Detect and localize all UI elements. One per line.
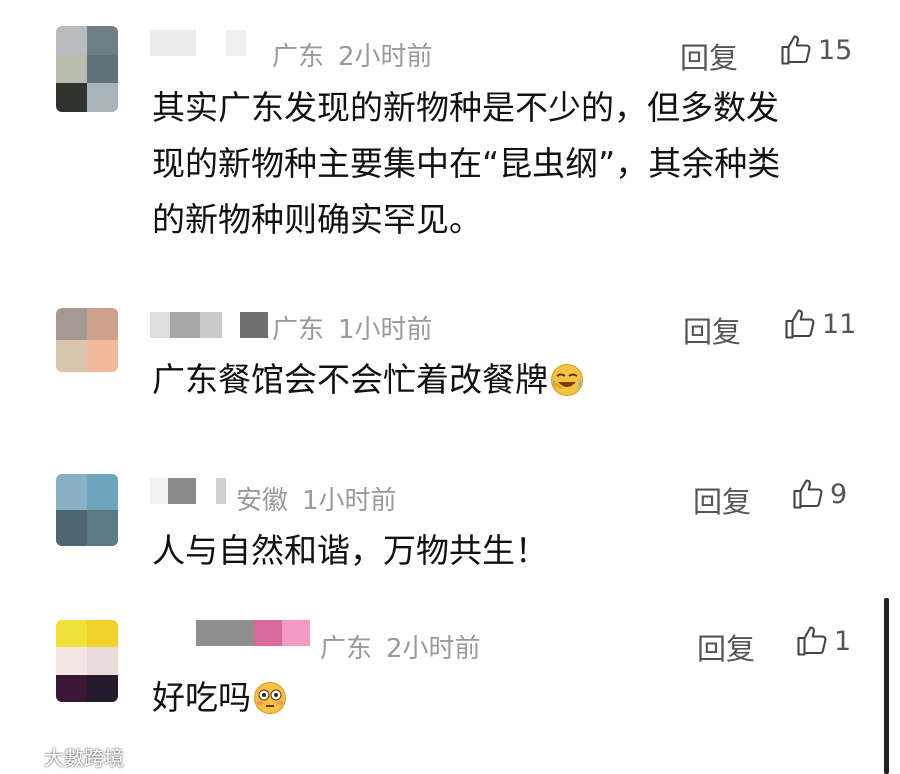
like-count: 9 xyxy=(830,478,848,510)
scrollbar[interactable] xyxy=(884,598,889,774)
username-blurred[interactable] xyxy=(150,312,268,338)
thumbs-up-icon xyxy=(797,626,827,656)
like-count: 1 xyxy=(834,625,852,657)
like-button[interactable]: 9 xyxy=(790,476,847,512)
like-button[interactable]: 11 xyxy=(782,306,856,342)
location: 安徽 xyxy=(236,486,289,516)
watermark-logo-icon xyxy=(7,748,39,764)
thumbs-up-icon xyxy=(793,479,823,509)
username-blurred[interactable] xyxy=(196,620,310,646)
watermark-text: 大數跨境 xyxy=(44,746,124,770)
like-button[interactable]: 1 xyxy=(794,623,851,659)
location: 广东 xyxy=(320,634,373,664)
like-count: 15 xyxy=(818,34,853,66)
comment-meta: 广东 2小时前 xyxy=(272,36,433,73)
reply-button[interactable]: 回复 xyxy=(683,309,741,351)
avatar[interactable] xyxy=(56,26,118,112)
reply-button[interactable]: 回复 xyxy=(693,479,751,521)
avatar[interactable] xyxy=(56,308,118,372)
watermark: 大數跨境 xyxy=(6,742,124,771)
timestamp: 1小时前 xyxy=(338,315,433,345)
avatar[interactable] xyxy=(56,474,118,546)
comment-meta: 安徽 1小时前 xyxy=(236,480,397,517)
laughing-crying-emoji xyxy=(551,364,583,396)
comment-text: 其实广东发现的新物种是不少的，但多数发 现的新物种主要集中在“昆虫纲”，其余种类… xyxy=(152,88,781,239)
like-button[interactable]: 15 xyxy=(778,32,852,68)
comment-text: 好吃吗 xyxy=(152,670,287,726)
timestamp: 1小时前 xyxy=(302,486,397,516)
comment-meta: 广东 2小时前 xyxy=(320,628,481,665)
flushed-face-emoji xyxy=(254,682,286,714)
like-count: 11 xyxy=(822,308,857,340)
comment-meta: 广东 1小时前 xyxy=(272,309,433,346)
avatar[interactable] xyxy=(56,620,118,702)
username-blurred[interactable] xyxy=(150,478,226,504)
comment-text: 广东餐馆会不会忙着改餐牌 xyxy=(152,352,584,408)
thumbs-up-icon xyxy=(781,35,811,65)
thumbs-up-icon xyxy=(785,309,815,339)
reply-button[interactable]: 回复 xyxy=(697,626,755,668)
comment-text: 人与自然和谐，万物共生！ xyxy=(152,531,548,570)
reply-button[interactable]: 回复 xyxy=(680,35,738,77)
timestamp: 2小时前 xyxy=(338,42,433,72)
timestamp: 2小时前 xyxy=(386,634,481,664)
location: 广东 xyxy=(272,42,325,72)
location: 广东 xyxy=(272,315,325,345)
username-blurred[interactable] xyxy=(150,30,246,56)
